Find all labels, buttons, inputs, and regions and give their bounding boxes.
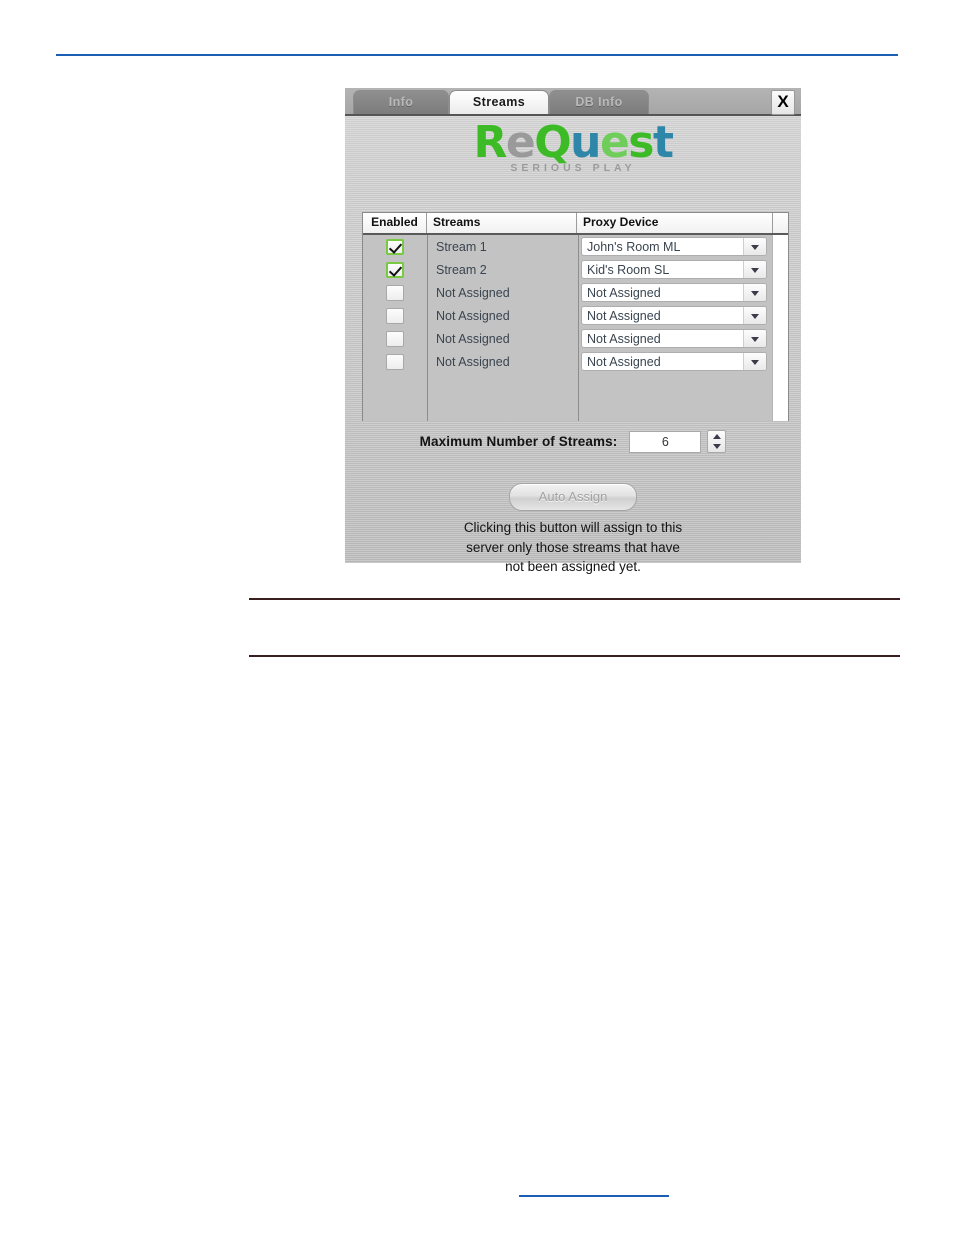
note-bottom-rule xyxy=(249,655,900,657)
chevron-down-icon[interactable] xyxy=(743,284,766,301)
stream-name-label: Stream 2 xyxy=(436,262,487,277)
enabled-checkbox[interactable] xyxy=(386,307,404,324)
logo-letter-u: u xyxy=(570,117,601,168)
stream-name-label: Not Assigned xyxy=(436,354,510,369)
table-row: Not Assigned Not Assigned xyxy=(363,304,788,327)
enabled-cell xyxy=(363,307,427,324)
logo-letter-r: R xyxy=(473,117,507,168)
max-streams-stepper[interactable] xyxy=(707,430,727,453)
page-footer-rule xyxy=(519,1195,669,1197)
proxy-device-value: Kid's Room SL xyxy=(587,263,670,277)
stream-name-label: Not Assigned xyxy=(436,331,510,346)
streams-table-header: Enabled Streams Proxy Device xyxy=(363,213,788,235)
enabled-cell xyxy=(363,261,427,278)
auto-assign-row: Auto Assign xyxy=(345,483,801,511)
tab-streams[interactable]: Streams xyxy=(449,90,549,114)
logo-letter-e1: e xyxy=(505,117,536,168)
stream-name-label: Not Assigned xyxy=(436,308,510,323)
enabled-checkbox[interactable] xyxy=(386,330,404,347)
dialog-content: ReQuest SERIOUS PLAY Enabled Streams Pro… xyxy=(345,116,801,574)
table-row: Not Assigned Not Assigned xyxy=(363,350,788,373)
proxy-device-cell: John's Room ML xyxy=(578,237,774,256)
enabled-checkbox[interactable] xyxy=(386,353,404,370)
enabled-checkbox[interactable] xyxy=(386,238,404,255)
proxy-device-value: Not Assigned xyxy=(587,355,661,369)
dialog-tab-bar: Info Streams DB Info X xyxy=(345,88,801,115)
max-streams-label: Maximum Number of Streams: xyxy=(419,434,618,449)
stream-name-label: Stream 1 xyxy=(436,239,487,254)
logo-letter-q: Q xyxy=(534,117,571,168)
proxy-device-select[interactable]: John's Room ML xyxy=(581,237,767,256)
enabled-checkbox[interactable] xyxy=(386,261,404,278)
streams-table-body: Stream 1 John's Room ML Stream 2 Kid's Room… xyxy=(363,235,788,421)
stream-name-label: Not Assigned xyxy=(436,285,510,300)
max-streams-input[interactable]: 6 xyxy=(629,430,702,453)
column-header-spacer xyxy=(773,213,788,233)
proxy-device-cell: Not Assigned xyxy=(578,329,774,348)
auto-assign-button[interactable]: Auto Assign xyxy=(509,483,637,511)
enabled-cell xyxy=(363,284,427,301)
proxy-device-select[interactable]: Not Assigned xyxy=(581,306,767,325)
description-line-2: server only those streams that have xyxy=(466,539,680,555)
close-icon[interactable]: X xyxy=(771,90,795,115)
logo-tagline: SERIOUS PLAY xyxy=(510,162,636,174)
table-row: Stream 1 John's Room ML xyxy=(363,235,788,258)
column-header-enabled: Enabled xyxy=(363,213,427,233)
request-logo: ReQuest SERIOUS PLAY xyxy=(345,117,801,175)
note-empty-body xyxy=(249,600,900,655)
proxy-device-value: Not Assigned xyxy=(587,332,661,346)
proxy-device-cell: Not Assigned xyxy=(578,283,774,302)
proxy-device-value: Not Assigned xyxy=(587,286,661,300)
table-row: Stream 2 Kid's Room SL xyxy=(363,258,788,281)
chevron-down-icon[interactable] xyxy=(743,307,766,324)
enabled-cell xyxy=(363,353,427,370)
table-row: Not Assigned Not Assigned xyxy=(363,281,788,304)
max-streams-row: Maximum Number of Streams: 6 xyxy=(345,430,801,453)
tab-info[interactable]: Info xyxy=(353,90,449,114)
enabled-checkbox[interactable] xyxy=(386,284,404,301)
column-header-streams: Streams xyxy=(427,213,577,233)
streams-dialog-window: Info Streams DB Info X ReQuest SERIOUS P… xyxy=(345,88,801,574)
auto-assign-description: Clicking this button will assign to this… xyxy=(345,518,801,577)
proxy-device-value: Not Assigned xyxy=(587,309,661,323)
chevron-down-icon[interactable] xyxy=(743,238,766,255)
description-line-1: Clicking this button will assign to this xyxy=(463,520,683,535)
proxy-device-cell: Not Assigned xyxy=(578,352,774,371)
logo-letter-s: s xyxy=(628,117,654,168)
proxy-device-select[interactable]: Not Assigned xyxy=(581,329,767,348)
proxy-device-value: John's Room ML xyxy=(587,240,681,254)
proxy-device-cell: Not Assigned xyxy=(578,306,774,325)
enabled-cell xyxy=(363,238,427,255)
table-row: Not Assigned Not Assigned xyxy=(363,327,788,350)
note-callout-box xyxy=(249,598,900,657)
logo-wordmark: ReQuest xyxy=(473,117,674,168)
proxy-device-select[interactable]: Kid's Room SL xyxy=(581,260,767,279)
chevron-down-icon[interactable] xyxy=(743,330,766,347)
tab-db-info[interactable]: DB Info xyxy=(549,90,649,114)
stepper-down-icon[interactable] xyxy=(713,444,722,449)
column-header-proxy-device: Proxy Device xyxy=(577,213,773,233)
page-header-rule xyxy=(56,54,898,56)
stepper-up-icon[interactable] xyxy=(713,434,722,439)
logo-letter-e2: e xyxy=(599,117,630,168)
streams-table: Enabled Streams Proxy Device Stream 1 Joh… xyxy=(362,212,789,421)
chevron-down-icon[interactable] xyxy=(743,353,766,370)
proxy-device-select[interactable]: Not Assigned xyxy=(581,352,767,371)
logo-letter-t: t xyxy=(652,117,674,168)
proxy-device-select[interactable]: Not Assigned xyxy=(581,283,767,302)
enabled-cell xyxy=(363,330,427,347)
description-line-3: not been assigned yet. xyxy=(505,559,641,574)
proxy-device-cell: Kid's Room SL xyxy=(578,260,774,279)
chevron-down-icon[interactable] xyxy=(743,261,766,278)
